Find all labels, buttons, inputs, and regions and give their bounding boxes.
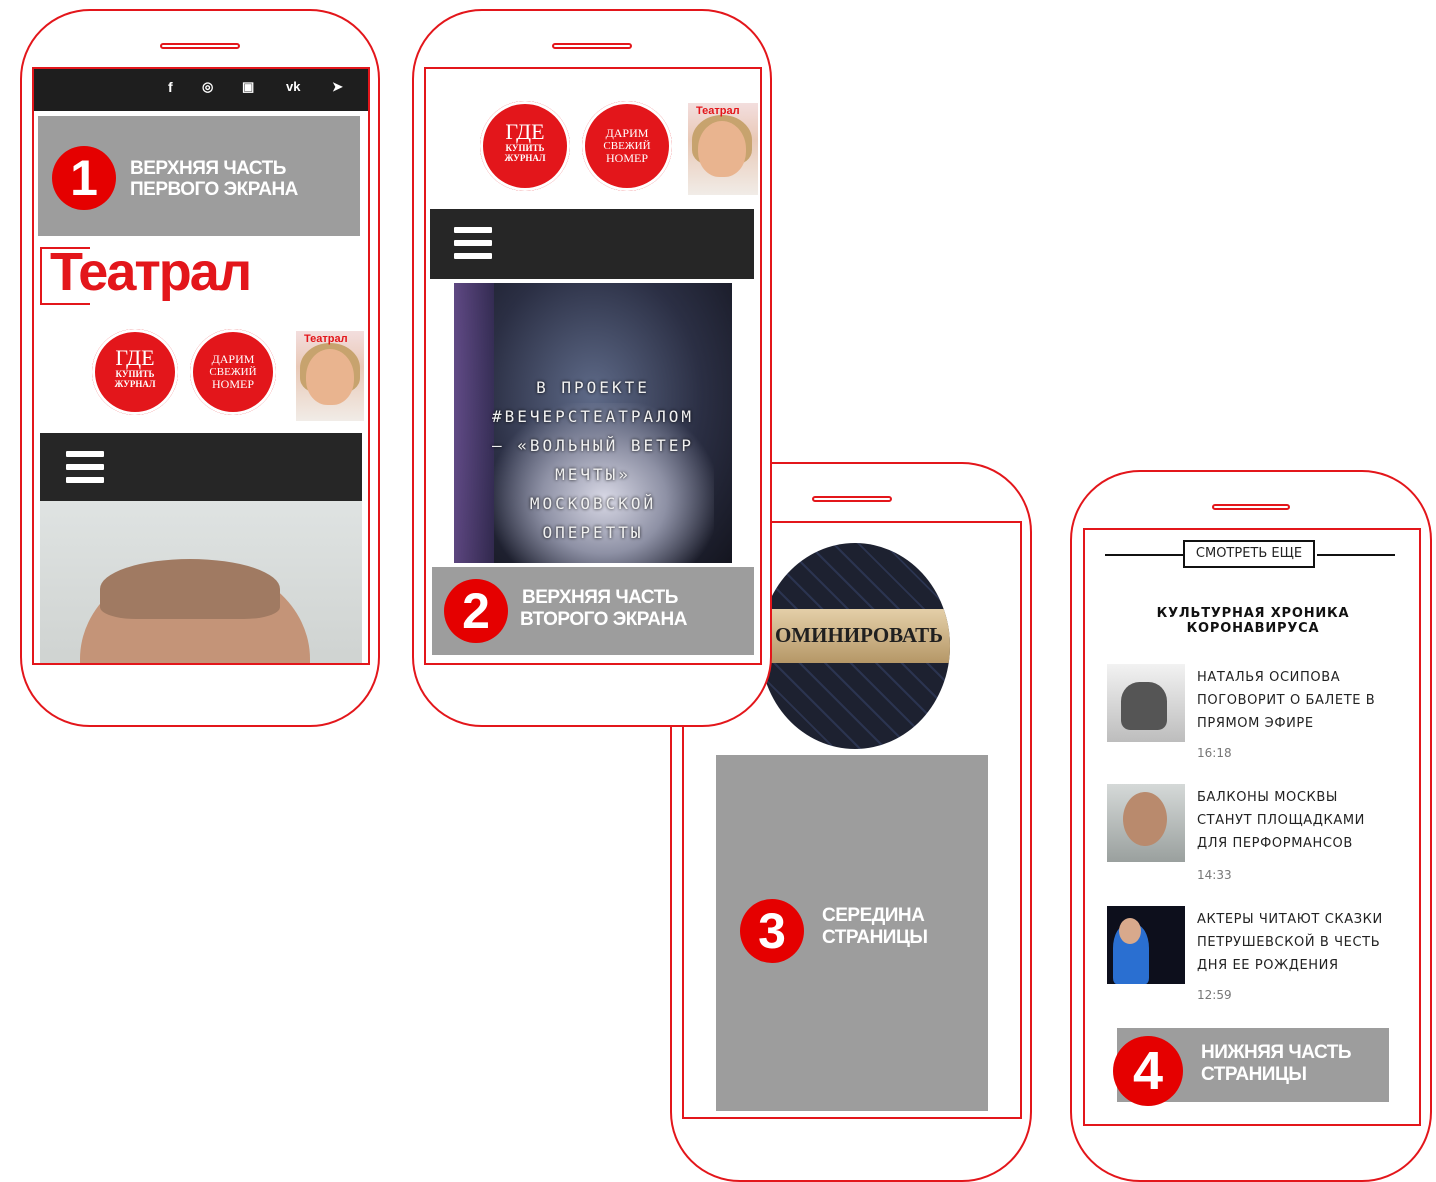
news-time-1: 16:18	[1197, 746, 1232, 760]
section-label-4-line2: СТРАНИЦЫ	[1201, 1064, 1307, 1085]
gift-line3: НОМЕР	[211, 377, 254, 391]
phone-2-screen: ГДЕ КУПИТЬ ЖУРНАЛ ДАРИМ СВЕЖИЙ НОМЕР Теа…	[424, 67, 762, 665]
telegram-icon[interactable]: ➤	[332, 79, 343, 95]
phone-1-screen: f ◎ ▣ vk ➤ 1 ВЕРХНЯЯ ЧАСТЬ ПЕРВОГО ЭКРАН…	[32, 67, 370, 665]
cover-title: Театрал	[304, 333, 348, 345]
section-label-4-line1: НИЖНЯЯ ЧАСТЬ	[1201, 1042, 1351, 1063]
nominate-ribbon	[760, 609, 950, 663]
youtube-icon[interactable]: ▣	[242, 79, 254, 95]
promo-banner[interactable]: В ПРОЕКТЕ #ВЕЧЕРСТЕАТРАЛОМ – «ВОЛЬНЫЙ ВЕ…	[454, 283, 732, 563]
phone-4-screen: СМОТРЕТЬ ЕЩЕ КУЛЬТУРНАЯ ХРОНИКА КОРОНАВИ…	[1083, 528, 1421, 1126]
section-number-3: 3	[740, 899, 804, 963]
news-thumb-2[interactable]	[1107, 784, 1185, 862]
section-label-3-line1: СЕРЕДИНА	[822, 905, 925, 926]
cover-face	[306, 349, 354, 405]
section-number-4: 4	[1113, 1036, 1183, 1106]
news-title-2[interactable]: БАЛКОНЫ МОСКВЫ СТАНУТ ПЛОЩАДКАМИ ДЛЯ ПЕР…	[1197, 786, 1397, 855]
thumb-figure	[1123, 792, 1167, 846]
where-to-buy-big: ГДЕ	[505, 119, 545, 144]
where-to-buy-big: ГДЕ	[115, 345, 155, 370]
section-label-3-line2: СТРАНИЦЫ	[822, 927, 928, 948]
where-to-buy-line3: ЖУРНАЛ	[114, 379, 156, 389]
see-more-rule-left	[1105, 554, 1183, 556]
gift-line3: НОМЕР	[605, 151, 648, 165]
logo-text: Театрал	[50, 242, 252, 302]
news-title-3[interactable]: АКТЕРЫ ЧИТАЮТ СКАЗКИ ПЕТРУШЕВСКОЙ В ЧЕСТ…	[1197, 908, 1397, 977]
section-label-2-line1: ВЕРХНЯЯ ЧАСТЬ	[522, 587, 678, 608]
magazine-cover[interactable]: Театрал	[296, 331, 364, 421]
banner-line-5: МОСКОВСКОЙ	[529, 494, 657, 513]
section-label-2: 2 ВЕРХНЯЯ ЧАСТЬ ВТОРОГО ЭКРАНА	[432, 567, 754, 655]
banner-line-2: #ВЕЧЕРСТЕАТРАЛОМ	[491, 407, 695, 426]
gift-issue-badge[interactable]: ДАРИМ СВЕЖИЙ НОМЕР	[582, 101, 672, 191]
section-title-line1: КУЛЬТУРНАЯ ХРОНИКА	[1156, 606, 1350, 621]
hamburger-menu-icon[interactable]	[454, 227, 492, 259]
facebook-icon[interactable]: f	[168, 79, 173, 95]
menu-bar	[40, 433, 362, 501]
gift-issue-badge[interactable]: ДАРИМ СВЕЖИЙ НОМЕР	[190, 329, 276, 415]
section-label-1: 1 ВЕРХНЯЯ ЧАСТЬ ПЕРВОГО ЭКРАНА	[38, 116, 360, 236]
section-label-1-line2: ПЕРВОГО ЭКРАНА	[130, 179, 298, 200]
gift-line1: ДАРИМ	[211, 352, 255, 366]
cover-face	[698, 121, 746, 177]
where-to-buy-line2: КУПИТЬ	[505, 143, 545, 153]
where-to-buy-line2: КУПИТЬ	[115, 369, 155, 379]
cover-title: Театрал	[696, 105, 740, 117]
photo-hair	[100, 559, 280, 619]
section-number-1: 1	[52, 146, 116, 210]
where-to-buy-line3: ЖУРНАЛ	[504, 153, 546, 163]
banner-line-3: – «ВОЛЬНЫЙ ВЕТЕР	[491, 436, 695, 455]
vk-icon[interactable]: vk	[286, 79, 300, 94]
phone-speaker	[552, 43, 632, 49]
news-time-2: 14:33	[1197, 868, 1232, 882]
menu-bar	[430, 209, 754, 279]
magazine-cover[interactable]: Театрал	[688, 103, 758, 195]
news-time-3: 12:59	[1197, 988, 1232, 1002]
phone-speaker	[1212, 504, 1290, 510]
see-more-button[interactable]: СМОТРЕТЬ ЕЩЕ	[1183, 540, 1315, 568]
section-number-2: 2	[444, 579, 508, 643]
section-label-1-line1: ВЕРХНЯЯ ЧАСТЬ	[130, 158, 286, 179]
gift-line1: ДАРИМ	[605, 126, 649, 140]
section-title: КУЛЬТУРНАЯ ХРОНИКА КОРОНАВИРУСА	[1085, 606, 1419, 636]
section-label-3: 3 СЕРЕДИНА СТРАНИЦЫ	[716, 755, 988, 1111]
article-photo[interactable]	[40, 501, 362, 663]
thumb-figure	[1121, 682, 1167, 730]
banner-text: В ПРОЕКТЕ #ВЕЧЕРСТЕАТРАЛОМ – «ВОЛЬНЫЙ ВЕ…	[454, 373, 732, 547]
section-label-4: 4 НИЖНЯЯ ЧАСТЬ СТРАНИЦЫ	[1113, 1028, 1389, 1106]
thumb-face	[1119, 918, 1141, 944]
where-to-buy-badge[interactable]: ГДЕ КУПИТЬ ЖУРНАЛ	[92, 329, 178, 415]
hamburger-menu-icon[interactable]	[66, 451, 104, 483]
section-label-2-line2: ВТОРОГО ЭКРАНА	[520, 609, 687, 630]
banner-line-1: В ПРОЕКТЕ	[536, 378, 650, 397]
social-bar: f ◎ ▣ vk ➤	[34, 69, 368, 111]
phone-speaker	[160, 43, 240, 49]
instagram-icon[interactable]: ◎	[202, 79, 213, 95]
section-title-line2: КОРОНАВИРУСА	[1186, 621, 1320, 636]
site-logo[interactable]: Театрал	[40, 242, 280, 315]
where-to-buy-badge[interactable]: ГДЕ КУПИТЬ ЖУРНАЛ	[480, 101, 570, 191]
phone-speaker	[812, 496, 892, 502]
news-thumb-3[interactable]	[1107, 906, 1185, 984]
news-title-1[interactable]: НАТАЛЬЯ ОСИПОВА ПОГОВОРИТ О БАЛЕТЕ В ПРЯ…	[1197, 666, 1397, 735]
banner-line-6: ОПЕРЕТТЫ	[542, 523, 644, 542]
nominate-text: ОМИНИРОВАТЬ	[774, 623, 944, 647]
news-thumb-1[interactable]	[1107, 664, 1185, 742]
banner-line-4: МЕЧТЫ»	[555, 465, 631, 484]
see-more-rule-right	[1317, 554, 1395, 556]
nominate-medallion[interactable]: ОМИНИРОВАТЬ	[760, 543, 950, 749]
